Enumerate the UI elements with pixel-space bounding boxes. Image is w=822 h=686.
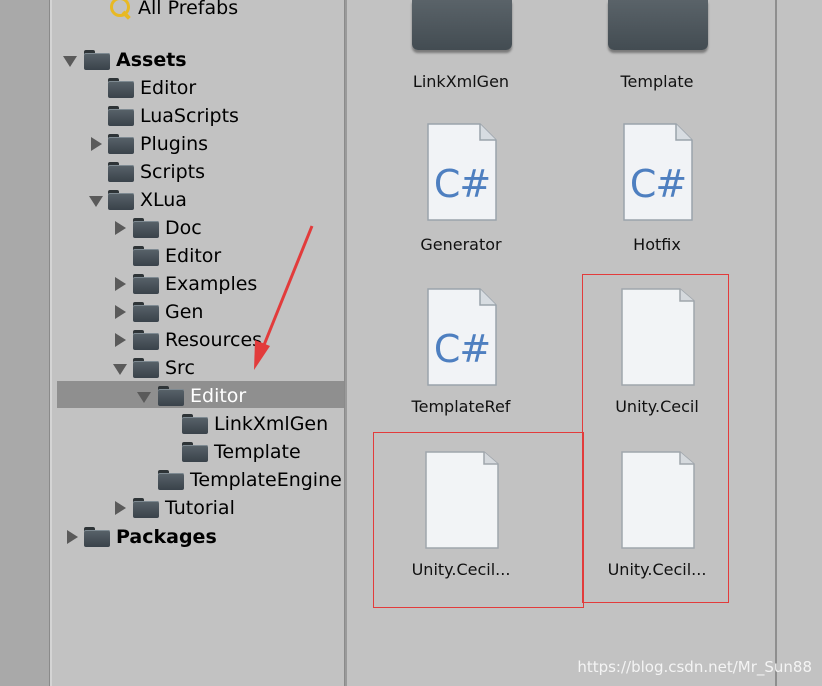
expand-arrow-right-icon[interactable] [88, 136, 104, 152]
tree-item-label: Doc [165, 217, 202, 239]
expand-arrow-down-icon[interactable] [88, 193, 104, 209]
csharp-glyph: C# [433, 327, 491, 371]
expand-arrow-right-icon[interactable] [112, 500, 128, 516]
folder-icon [182, 414, 208, 434]
tree-item-gen[interactable]: Gen [133, 298, 203, 326]
tree-item-label: Editor [165, 245, 222, 267]
asset-name: TemplateRef [411, 397, 511, 416]
folder-icon [108, 106, 134, 126]
expand-arrow-down-icon[interactable] [136, 389, 152, 405]
tree-item-label: Editor [140, 77, 197, 99]
csharp-script-icon: C# [622, 122, 694, 221]
tree-item-src-editor[interactable]: Editor [158, 382, 246, 410]
tree-item-plugins[interactable]: Plugins [108, 130, 208, 158]
left-gutter [0, 0, 52, 686]
tree-item-label: Scripts [140, 161, 206, 183]
red-highlight-box-left [373, 432, 584, 608]
folder-icon [412, 0, 512, 50]
tree-item-scripts[interactable]: Scripts [108, 158, 205, 186]
expand-arrow-down-icon[interactable] [62, 53, 78, 69]
search-icon [108, 0, 132, 19]
tree-item-label: Src [165, 357, 195, 379]
folder-icon [133, 246, 159, 266]
folder-icon [108, 162, 134, 182]
asset-name: LinkXmlGen [412, 72, 510, 91]
csharp-script-icon: C# [426, 122, 498, 221]
tree-item-label: Tutorial [165, 497, 235, 519]
tree-item-luascripts[interactable]: LuaScripts [108, 102, 239, 130]
folder-icon [108, 134, 134, 154]
tree-item-xlua-editor[interactable]: Editor [133, 242, 221, 270]
red-highlight-box-right [582, 274, 729, 603]
tree-item-editor[interactable]: Editor [108, 74, 196, 102]
right-scrollbar-gutter[interactable] [775, 0, 822, 686]
folder-icon [84, 527, 110, 547]
expand-arrow-right-icon[interactable] [112, 332, 128, 348]
tree-item-label: Template [214, 441, 301, 463]
folder-icon [133, 218, 159, 238]
red-pointer-arrow-annotation [254, 225, 314, 370]
folder-icon [84, 50, 110, 70]
csharp-glyph: C# [433, 162, 491, 206]
watermark-text: https://blog.csdn.net/Mr_Sun88 [577, 658, 812, 676]
tree-item-template[interactable]: Template [182, 438, 301, 466]
folder-icon [133, 358, 159, 378]
expand-arrow-down-icon[interactable] [112, 361, 128, 377]
tree-item-label: Gen [165, 301, 204, 323]
folder-icon [158, 470, 184, 490]
folder-icon [608, 0, 708, 50]
tree-item-src[interactable]: Src [133, 354, 195, 382]
tree-item-linkxmlgen[interactable]: LinkXmlGen [182, 410, 328, 438]
csharp-script-icon: C# [426, 287, 498, 386]
tree-item-label: LinkXmlGen [214, 413, 329, 435]
expand-arrow-right-icon[interactable] [112, 276, 128, 292]
tree-item-tutorial[interactable]: Tutorial [133, 494, 235, 522]
asset-name: Generator [420, 235, 502, 254]
tree-item-label: TemplateEngine [190, 469, 342, 491]
tree-item-label: Plugins [140, 133, 209, 155]
folder-icon [182, 442, 208, 462]
tree-item-doc[interactable]: Doc [133, 214, 202, 242]
asset-name: Hotfix [633, 235, 681, 254]
tree-item-packages[interactable]: Packages [84, 523, 217, 551]
folder-icon [133, 302, 159, 322]
tree-item-all-prefabs[interactable]: All Prefabs [108, 0, 238, 22]
tree-item-examples[interactable]: Examples [133, 270, 257, 298]
folder-icon [133, 274, 159, 294]
folder-icon [108, 78, 134, 98]
folder-icon [133, 498, 159, 518]
tree-item-xlua[interactable]: XLua [108, 186, 187, 214]
expand-arrow-right-icon[interactable] [64, 529, 80, 545]
tree-item-label: Editor [190, 385, 247, 407]
asset-name: Template [620, 72, 694, 91]
tree-item-label: All Prefabs [138, 0, 239, 19]
tree-item-label: Assets [116, 49, 187, 71]
expand-arrow-right-icon[interactable] [112, 220, 128, 236]
tree-item-resources[interactable]: Resources [133, 326, 262, 354]
tree-item-label: Packages [116, 526, 217, 548]
tree-item-assets[interactable]: Assets [84, 46, 187, 74]
tree-item-label: XLua [140, 189, 187, 211]
tree-item-templateengine[interactable]: TemplateEngine [158, 466, 342, 494]
tree-item-label: LuaScripts [140, 105, 239, 127]
expand-arrow-right-icon[interactable] [112, 304, 128, 320]
folder-icon [158, 386, 184, 406]
folder-icon [133, 330, 159, 350]
folder-icon [108, 190, 134, 210]
csharp-glyph: C# [629, 162, 687, 206]
